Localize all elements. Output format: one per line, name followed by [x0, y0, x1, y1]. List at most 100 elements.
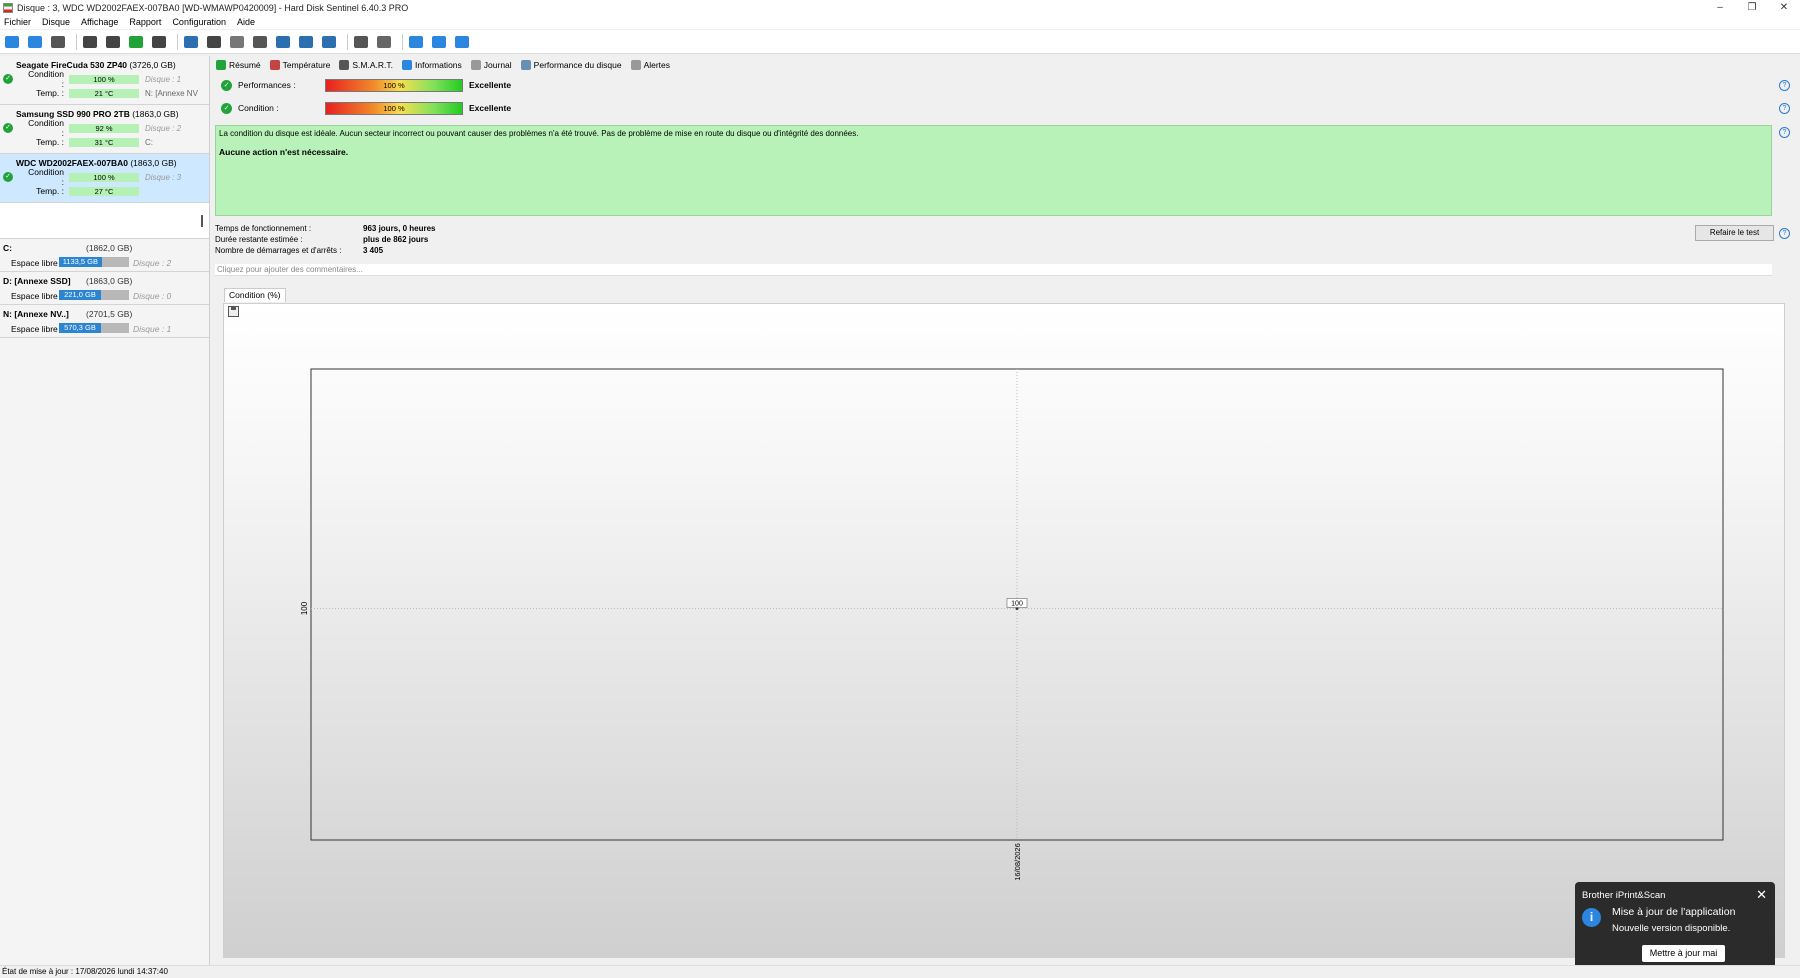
about-icon[interactable] [453, 33, 471, 51]
condition-bar: 100 % [69, 74, 139, 84]
tab-icon [402, 60, 412, 70]
menu-affichage[interactable]: Affichage [81, 17, 118, 27]
partition-item-d[interactable]: D: [Annexe SSD] (1863,0 GB) Espace libre… [0, 272, 209, 305]
settings-icon[interactable] [352, 33, 370, 51]
eject-icon[interactable] [205, 33, 223, 51]
disk-list-icon-glyph [51, 35, 65, 48]
tab-icon [269, 60, 280, 70]
tab-0[interactable]: Résumé [216, 60, 261, 70]
partition-item-c[interactable]: C: (1862,0 GB) Espace libre 1133,5 GB Di… [0, 239, 209, 272]
partition-name: N: [Annexe NV..] [3, 309, 69, 319]
disk-list-icon[interactable] [49, 33, 67, 51]
free-space-bar: 1133,5 GB [59, 257, 129, 267]
partition-disk: Disque : 2 [133, 258, 172, 268]
tab-label: Journal [483, 60, 512, 70]
starts-label: Nombre de démarrages et d'arrêts : [215, 246, 342, 255]
refresh-icon-glyph [5, 35, 19, 48]
free-space-bar: 570,3 GB [59, 323, 129, 333]
help-icon[interactable]: ? [1779, 227, 1790, 239]
status-bar: État de mise à jour : 17/08/2026 lundi 1… [0, 965, 1800, 978]
refresh-all-icon-glyph [28, 35, 42, 48]
tab-icon [520, 60, 531, 70]
splitter-handle[interactable] [201, 215, 203, 227]
help-icon[interactable]: ? [1779, 102, 1790, 114]
menu-aide[interactable]: Aide [237, 17, 255, 27]
tab-5[interactable]: Performance du disque [520, 60, 622, 70]
free-space-value: 570,3 GB [59, 323, 101, 333]
close-icon[interactable]: ✕ [1756, 887, 1767, 903]
refresh-all-icon[interactable] [26, 33, 44, 51]
free-space-value: 1133,5 GB [59, 257, 102, 267]
drive-check-icon[interactable] [104, 33, 122, 51]
performance-label: Performances : [238, 80, 296, 90]
help-icon[interactable]: ? [1779, 126, 1790, 138]
help-icon[interactable]: ? [1779, 79, 1790, 91]
partition-item-n[interactable]: N: [Annexe NV..] (2701,5 GB) Espace libr… [0, 305, 209, 338]
partition-name: D: [Annexe SSD] [3, 276, 71, 286]
partition-note: N: [Annexe NV [145, 88, 198, 98]
tab-1[interactable]: Température [269, 60, 331, 70]
about-icon-glyph [455, 35, 469, 48]
notification-app: Brother iPrint&Scan [1582, 890, 1666, 901]
minimize-button[interactable]: – [1704, 0, 1736, 15]
settings-icon-glyph [354, 35, 368, 48]
menu-rapport[interactable]: Rapport [129, 17, 161, 27]
tab-condition-chart[interactable]: Condition (%) [224, 288, 286, 302]
update-button[interactable]: Mettre à jour mai [1642, 945, 1725, 962]
mail-icon[interactable] [297, 33, 315, 51]
comment-input[interactable]: Cliquez pour ajouter des commentaires... [215, 264, 1772, 276]
drive-check-icon-glyph [106, 35, 120, 48]
restore-button[interactable]: ❐ [1736, 0, 1768, 15]
tools-icon[interactable] [228, 33, 246, 51]
camera-icon[interactable] [407, 33, 425, 51]
drive-tools-icon[interactable] [150, 33, 168, 51]
condition-bar: 100 % [69, 172, 139, 182]
partition-name: C: [3, 243, 12, 253]
disk-size: (3726,0 GB) [129, 60, 176, 70]
web-report-icon[interactable] [320, 33, 338, 51]
starts-value: 3 405 [363, 246, 384, 255]
free-space-label: Espace libre [11, 258, 58, 268]
data-label: 100 [1011, 601, 1023, 608]
toolbar-separator [177, 33, 178, 50]
tab-2[interactable]: S.M.A.R.T. [339, 60, 393, 70]
drive-icon[interactable] [81, 33, 99, 51]
menu-configuration[interactable]: Configuration [172, 17, 226, 27]
menu-fichier[interactable]: Fichier [4, 17, 31, 27]
print-icon[interactable] [251, 33, 269, 51]
free-space-label: Espace libre [11, 324, 58, 334]
menu-disque[interactable]: Disque [42, 17, 70, 27]
temp-label: Temp. : [36, 137, 64, 147]
globe-icon[interactable] [182, 33, 200, 51]
condition-label: Condition : [28, 167, 64, 187]
tab-label: Informations [415, 60, 462, 70]
drive-tools-icon-glyph [152, 35, 166, 48]
disk-item-wdc[interactable]: WDC WD2002FAEX-007BA0 (1863,0 GB) ✓ Cond… [0, 154, 209, 203]
save-icon[interactable] [228, 306, 239, 317]
tab-4[interactable]: Journal [470, 60, 512, 70]
toolbar-separator [347, 33, 348, 50]
refresh-icon[interactable] [3, 33, 21, 51]
help-icon[interactable] [430, 33, 448, 51]
disk-item-seagate[interactable]: Seagate FireCuda 530 ZP40 (3726,0 GB) ✓ … [0, 56, 209, 105]
tab-icon [339, 60, 350, 70]
disk-item-samsung[interactable]: Samsung SSD 990 PRO 2TB (1863,0 GB) ✓ Co… [0, 105, 209, 154]
condition-label: Condition : [238, 103, 279, 113]
tab-icon [216, 60, 226, 70]
tab-label: Température [282, 60, 331, 70]
tab-3[interactable]: Informations [402, 60, 462, 70]
tab-6[interactable]: Alertes [630, 60, 670, 70]
tab-icon [470, 60, 481, 70]
toolbar-separator [402, 33, 403, 50]
status-message-box: La condition du disque est idéale. Aucun… [215, 125, 1772, 216]
disk-number: Disque : 3 [145, 172, 182, 182]
check-icon: ✓ [3, 123, 13, 133]
window-controls: – ❐ ✕ [1704, 0, 1800, 15]
advanced-settings-icon[interactable] [375, 33, 393, 51]
report-icon[interactable] [274, 33, 292, 51]
drive-ok-icon[interactable] [127, 33, 145, 51]
close-button[interactable]: ✕ [1768, 0, 1800, 15]
temp-label: Temp. : [36, 186, 64, 196]
menu-bar: Fichier Disque Affichage Rapport Configu… [0, 15, 1800, 29]
tools-icon-glyph [230, 35, 244, 48]
